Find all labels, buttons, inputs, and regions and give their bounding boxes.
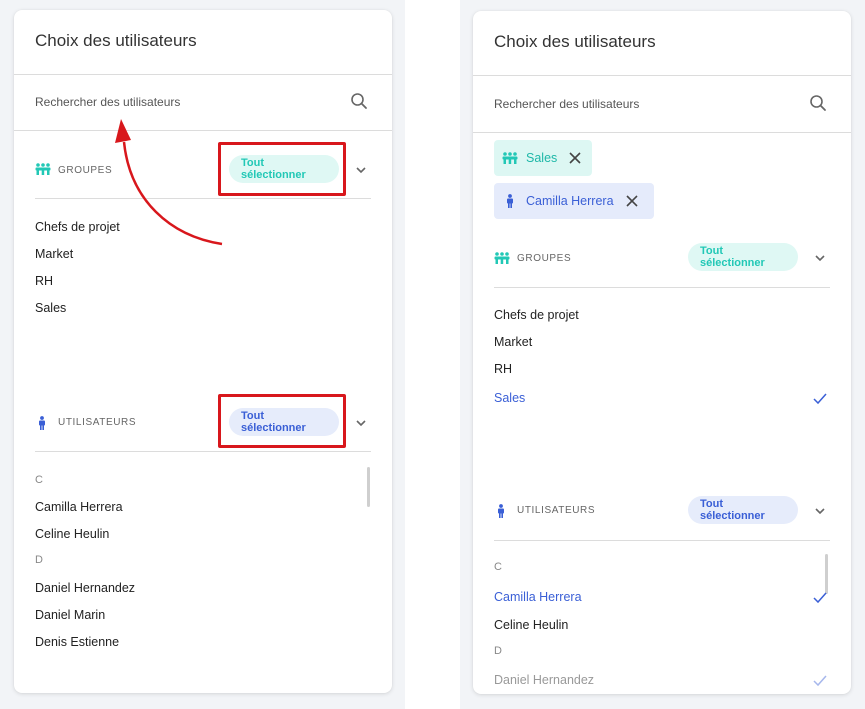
user-picker-panel-left: Choix des utilisateurs Rechercher des ut…	[14, 10, 392, 693]
divider	[494, 540, 830, 541]
user-item-celine[interactable]: Celine Heulin	[35, 527, 109, 541]
groups-icon	[502, 152, 518, 164]
selected-chip-sales: Sales	[494, 140, 592, 176]
divider	[473, 75, 851, 76]
groups-select-all-button[interactable]: Tout sélectionner	[688, 243, 798, 271]
panel-title: Choix des utilisateurs	[494, 32, 656, 51]
search-input[interactable]: Rechercher des utilisateurs	[494, 97, 639, 111]
user-icon	[498, 504, 504, 518]
chevron-down-icon[interactable]	[354, 416, 368, 430]
selected-chip-camilla: Camilla Herrera	[494, 183, 654, 219]
group-item-sales[interactable]: Sales	[35, 301, 66, 315]
divider	[494, 287, 830, 288]
user-item-daniel-marin[interactable]: Daniel Marin	[35, 608, 105, 622]
close-icon[interactable]	[625, 195, 638, 207]
groups-section-label: GROUPES	[58, 165, 113, 176]
search-icon[interactable]	[350, 92, 368, 110]
divider	[14, 74, 392, 75]
group-item-chefs[interactable]: Chefs de projet	[494, 308, 579, 322]
check-icon	[813, 592, 827, 604]
groups-icon	[494, 252, 510, 264]
user-item-camilla[interactable]: Camilla Herrera	[35, 500, 123, 514]
groups-icon	[35, 163, 51, 175]
user-icon	[506, 194, 514, 208]
group-item-rh[interactable]: RH	[494, 362, 512, 376]
check-icon	[813, 675, 827, 687]
group-item-chefs[interactable]: Chefs de projet	[35, 220, 120, 234]
letter-heading-c: C	[494, 561, 502, 573]
close-icon[interactable]	[569, 152, 581, 164]
panel-title: Choix des utilisateurs	[35, 31, 197, 50]
users-section-label: UTILISATEURS	[517, 505, 596, 516]
user-item-celine[interactable]: Celine Heulin	[494, 618, 568, 632]
group-item-sales[interactable]: Sales	[494, 391, 525, 405]
chip-label: Camilla Herrera	[526, 194, 614, 208]
check-icon	[813, 393, 827, 405]
search-icon[interactable]	[809, 94, 827, 112]
scrollbar[interactable]	[825, 554, 828, 594]
chevron-down-icon[interactable]	[354, 163, 368, 177]
divider	[35, 451, 371, 452]
user-icon	[39, 416, 45, 430]
scrollbar[interactable]	[367, 467, 370, 507]
search-input[interactable]: Rechercher des utilisateurs	[35, 95, 180, 109]
users-select-all-button[interactable]: Tout sélectionner	[688, 496, 798, 524]
groups-section-label: GROUPES	[517, 253, 572, 264]
user-item-denis[interactable]: Denis Estienne	[35, 635, 119, 649]
annotation-highlight-box	[218, 394, 346, 448]
user-picker-panel-right: Choix des utilisateurs Rechercher des ut…	[473, 11, 851, 694]
chevron-down-icon[interactable]	[813, 504, 827, 518]
user-item-camilla[interactable]: Camilla Herrera	[494, 590, 582, 604]
users-section-label: UTILISATEURS	[58, 417, 137, 428]
chip-label: Sales	[526, 151, 558, 165]
divider	[14, 130, 392, 131]
group-item-market[interactable]: Market	[494, 335, 532, 349]
chevron-down-icon[interactable]	[813, 251, 827, 265]
divider	[35, 198, 371, 199]
group-item-rh[interactable]: RH	[35, 274, 53, 288]
divider	[473, 132, 851, 133]
letter-heading-c: C	[35, 474, 43, 486]
letter-heading-d: D	[494, 645, 502, 657]
user-item-daniel-hernandez[interactable]: Daniel Hernandez	[494, 673, 594, 687]
letter-heading-d: D	[35, 554, 43, 566]
user-item-daniel-hernandez[interactable]: Daniel Hernandez	[35, 581, 135, 595]
annotation-highlight-box	[218, 142, 346, 196]
group-item-market[interactable]: Market	[35, 247, 73, 261]
